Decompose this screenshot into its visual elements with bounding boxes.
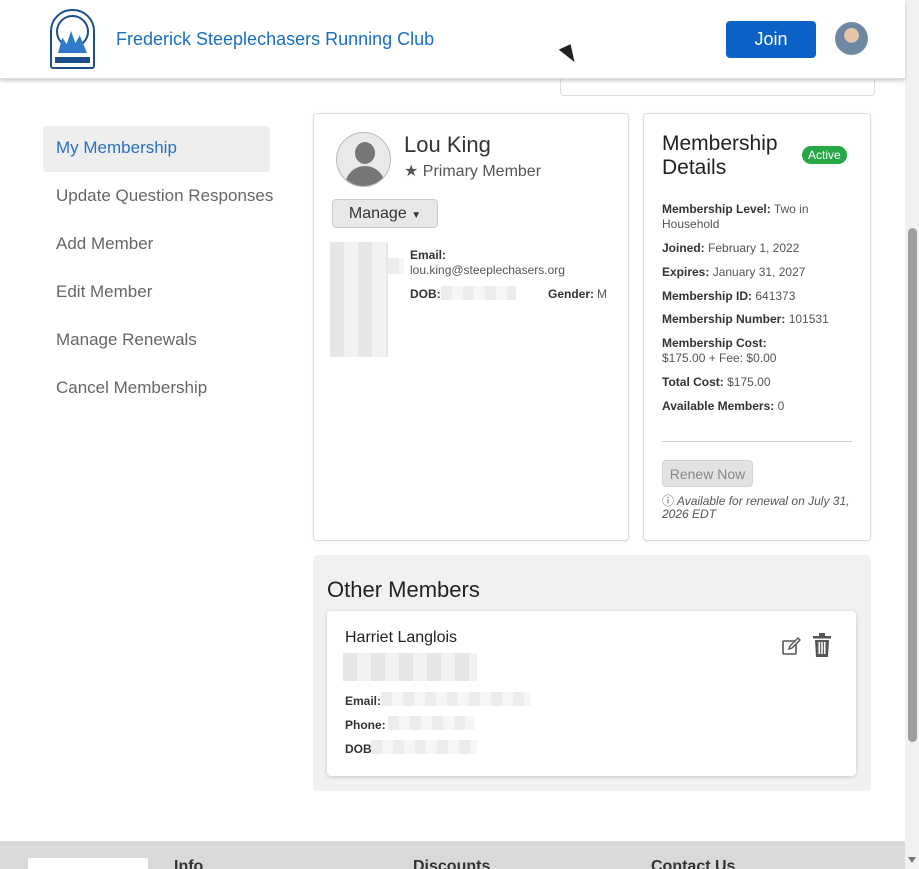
side-navigation: My Membership Update Question Responses … (43, 126, 283, 414)
scroll-down-arrow-icon[interactable] (908, 857, 916, 863)
trash-icon[interactable] (811, 632, 833, 658)
redacted-address-block (388, 258, 404, 274)
renewal-note: ⓘ Available for renewal on July 31, 2026… (662, 495, 857, 521)
redacted-other-dob (371, 740, 477, 754)
footer-info-heading: Info (174, 858, 204, 869)
redacted-email (381, 692, 531, 706)
info-icon: ⓘ (662, 494, 675, 508)
gender-value: M (597, 287, 607, 301)
caret-down-icon: ▼ (411, 209, 422, 221)
edit-icon[interactable] (781, 637, 801, 657)
total-cost: Total Cost: $175.00 (662, 375, 771, 389)
member-name: Lou King (404, 132, 491, 157)
user-avatar[interactable] (835, 22, 868, 55)
redacted-phone (388, 716, 475, 730)
site-header: Frederick Steeplechasers Running Club Jo… (0, 0, 905, 79)
email-label: Email: (410, 248, 447, 262)
redacted-dob (441, 286, 516, 300)
nav-update-question-responses[interactable]: Update Question Responses (43, 174, 283, 220)
membership-details-title: Membership Details (662, 132, 778, 179)
footer-discounts-heading: Discounts (413, 858, 491, 869)
footer-contact-heading: Contact Us (651, 858, 736, 869)
gender-label: Gender: (548, 287, 595, 301)
other-email-label: Email: (345, 694, 382, 708)
available-members: Available Members: 0 (662, 399, 785, 413)
nav-my-membership[interactable]: My Membership (43, 126, 270, 172)
email-value[interactable]: lou.king@steeplechasers.org (410, 263, 565, 277)
other-members-title: Other Members (327, 577, 480, 602)
expires-date: Expires: January 31, 2027 (662, 265, 806, 279)
status-badge: Active (802, 146, 847, 164)
redacted-photo-block (330, 242, 388, 357)
join-button[interactable]: Join (726, 21, 816, 58)
other-dob-label: DOB (345, 742, 372, 756)
membership-number: Membership Number: 101531 (662, 312, 829, 326)
other-phone-label: Phone: (345, 718, 386, 732)
manage-label: Manage (348, 204, 407, 222)
membership-id: Membership ID: 641373 (662, 289, 796, 303)
site-footer: Info Discounts Contact Us (0, 841, 905, 869)
dob-label: DOB: (410, 287, 441, 301)
nav-cancel-membership[interactable]: Cancel Membership (43, 366, 283, 412)
scrollbar-thumb[interactable] (908, 228, 917, 742)
member-role-text: Primary Member (422, 163, 542, 180)
membership-details-card: Membership Details Active Membership Lev… (643, 113, 871, 541)
other-member-name: Harriet Langlois (345, 629, 458, 646)
manage-dropdown-button[interactable]: Manage ▼ (332, 199, 438, 228)
other-members-section: Other Members Harriet Langlois Email: Ph… (313, 555, 871, 791)
membership-cost: Membership Cost: $175.00 + Fee: $0.00 (662, 336, 777, 365)
nav-manage-renewals[interactable]: Manage Renewals (43, 318, 283, 364)
star-icon: ★ (404, 163, 419, 180)
profile-picture (336, 132, 391, 187)
nav-edit-member[interactable]: Edit Member (43, 270, 283, 316)
page-scrollbar[interactable] (905, 0, 919, 869)
site-title[interactable]: Frederick Steeplechasers Running Club (116, 29, 434, 50)
other-member-card: Harriet Langlois Email: Phone: DOB (327, 611, 856, 776)
club-logo[interactable] (50, 9, 95, 69)
details-divider (662, 441, 852, 442)
redacted-address (343, 653, 477, 681)
nav-add-member[interactable]: Add Member (43, 222, 283, 268)
joined-date: Joined: February 1, 2022 (662, 241, 800, 255)
membership-level: Membership Level: Two in Household (662, 202, 809, 231)
footer-logo (28, 858, 148, 869)
renewal-note-text: Available for renewal on July 31, 2026 E… (662, 494, 850, 521)
renew-now-button[interactable]: Renew Now (662, 460, 753, 487)
member-role: ★ Primary Member (404, 161, 541, 181)
primary-member-card: Lou King ★ Primary Member Manage ▼ Email… (313, 113, 629, 541)
